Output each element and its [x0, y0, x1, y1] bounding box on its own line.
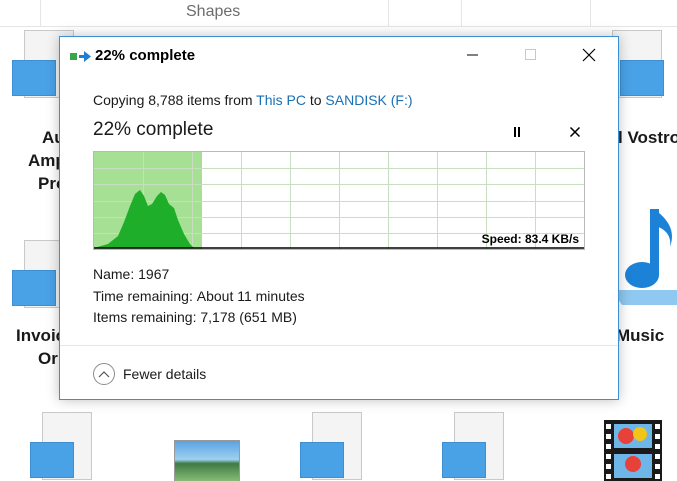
name-value: 1967	[138, 266, 170, 282]
music-icon[interactable]	[612, 205, 677, 305]
pause-button[interactable]	[506, 121, 528, 143]
video-icon[interactable]	[604, 420, 662, 481]
fewer-details-label: Fewer details	[123, 366, 207, 382]
maximize-button[interactable]	[502, 37, 560, 73]
column-divider[interactable]	[590, 0, 591, 26]
file-label[interactable]: Music	[616, 326, 664, 346]
minimize-icon	[467, 54, 478, 56]
time-remaining-label: Time remaining:	[93, 288, 193, 304]
copy-summary-middle: to	[305, 92, 326, 108]
dialog-titlebar[interactable]: 22% complete	[60, 37, 618, 75]
divider	[60, 345, 618, 346]
transfer-speed-graph: Speed: 83.4 KB/s	[93, 151, 585, 250]
items-remaining-value: 7,178 (651 MB)	[200, 309, 297, 325]
image-thumbnail-icon[interactable]	[174, 440, 240, 481]
file-icon[interactable]	[442, 412, 506, 481]
dialog-title: 22% complete	[95, 47, 196, 64]
pause-icon	[514, 127, 520, 137]
copy-summary-prefix: Copying 8,788 items from	[93, 92, 257, 108]
close-button[interactable]	[560, 37, 618, 73]
copy-transfer-icon	[70, 50, 92, 64]
column-divider[interactable]	[388, 0, 389, 26]
fewer-details-toggle[interactable]: Fewer details	[93, 362, 206, 386]
source-link[interactable]: This PC	[256, 92, 306, 108]
progress-heading: 22% complete	[93, 119, 214, 140]
file-icon[interactable]	[300, 412, 364, 481]
close-icon	[569, 126, 581, 138]
copy-summary: Copying 8,788 items from This PC to SAND…	[93, 92, 413, 108]
time-remaining-value: About 11 minutes	[196, 288, 305, 304]
copy-progress-dialog: 22% complete Copying 8,788 items from Th…	[59, 36, 619, 400]
file-label[interactable]: Invoic	[16, 326, 65, 346]
minimize-button[interactable]	[444, 37, 502, 73]
items-remaining-label: Items remaining:	[93, 309, 197, 325]
maximize-icon	[525, 49, 536, 60]
file-label[interactable]: Or	[38, 349, 58, 369]
destination-link[interactable]: SANDISK (F:)	[325, 92, 412, 108]
close-icon	[582, 48, 596, 62]
name-label: Name:	[93, 266, 135, 282]
chevron-up-icon	[93, 363, 115, 385]
detail-items-remaining: Items remaining: 7,178 (651 MB)	[93, 309, 297, 325]
explorer-column-header: Shapes	[0, 0, 677, 27]
detail-name: Name: 1967	[93, 266, 169, 282]
file-label[interactable]: l Vostro	[618, 128, 677, 148]
speed-readout: Speed: 83.4 KB/s	[481, 232, 579, 246]
column-header-shapes[interactable]: Shapes	[186, 3, 240, 21]
column-divider[interactable]	[461, 0, 462, 26]
detail-time-remaining: Time remaining: About 11 minutes	[93, 288, 305, 304]
cancel-copy-button[interactable]	[564, 121, 586, 143]
column-divider[interactable]	[40, 0, 41, 26]
file-icon[interactable]	[30, 412, 94, 481]
